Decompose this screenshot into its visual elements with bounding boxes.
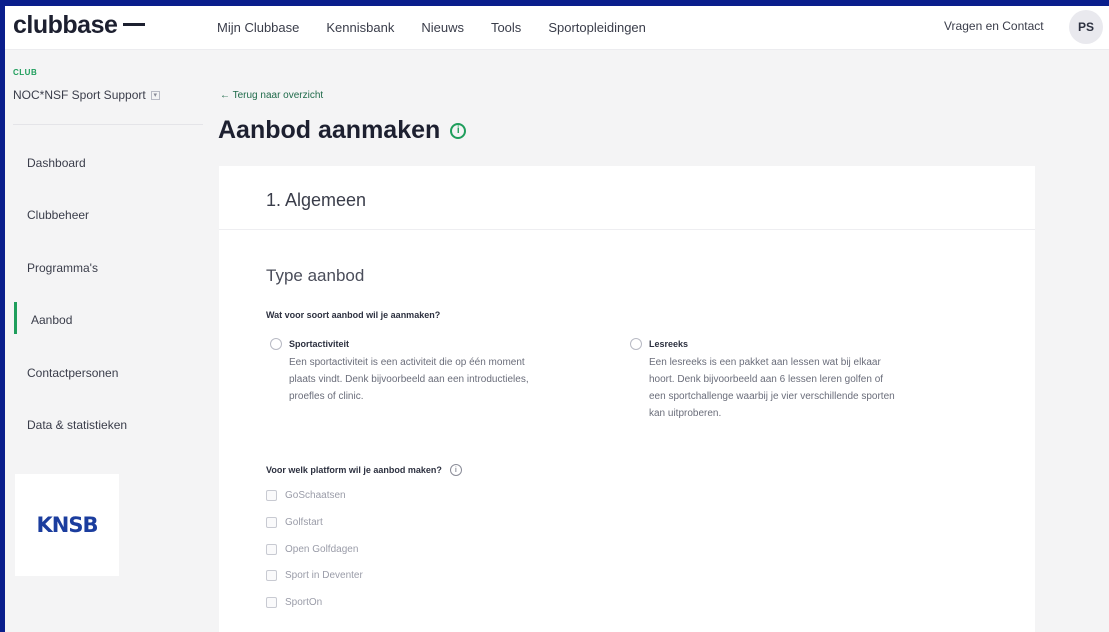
radio-button[interactable]: [270, 338, 282, 350]
radio-button[interactable]: [630, 338, 642, 350]
step-title: 1. Algemeen: [266, 190, 367, 210]
radio-description: Een lesreeks is een pakket aan lessen wa…: [649, 357, 895, 419]
sidebar-item-contactpersonen[interactable]: Contactpersonen: [27, 366, 118, 380]
page-title: Aanbod aanmaken i: [218, 116, 467, 145]
checkbox[interactable]: [266, 517, 277, 528]
nav-nieuws[interactable]: Nieuws: [421, 20, 464, 35]
top-navigation-bar: clubbase Mijn Clubbase Kennisbank Nieuws…: [5, 6, 1109, 50]
club-selector[interactable]: NOC*NSF Sport Support ▾: [13, 88, 160, 102]
sidebar-item-dashboard[interactable]: Dashboard: [27, 156, 86, 170]
dropdown-icon: ▾: [150, 90, 160, 100]
club-caption: CLUB: [13, 68, 38, 77]
nav-sportopleidingen[interactable]: Sportopleidingen: [548, 20, 646, 35]
radio-label: Sportactiviteit: [289, 339, 350, 349]
checkbox[interactable]: [266, 544, 277, 555]
radio-lesreeks[interactable]: Lesreeks Een lesreeks is een pakket aan …: [630, 338, 990, 434]
sidebar-item-aanbod[interactable]: Aanbod: [31, 313, 72, 327]
nav-kennisbank[interactable]: Kennisbank: [326, 20, 394, 35]
checkbox-sport-in-deventer[interactable]: Sport in Deventer: [266, 570, 363, 581]
question-type: Wat voor soort aanbod wil je aanmaken?: [266, 310, 441, 320]
club-name: NOC*NSF Sport Support: [13, 88, 146, 102]
form-card: 1. Algemeen Type aanbod Wat voor soort a…: [219, 166, 1035, 632]
nav-mijn-clubbase[interactable]: Mijn Clubbase: [217, 20, 299, 35]
checkbox[interactable]: [266, 490, 277, 501]
nav-tools[interactable]: Tools: [491, 20, 521, 35]
sidebar-item-programmas[interactable]: Programma's: [27, 261, 98, 275]
app-frame: clubbase Mijn Clubbase Kennisbank Nieuws…: [5, 6, 1109, 632]
checkbox[interactable]: [266, 597, 277, 608]
nav-contact[interactable]: Vragen en Contact: [944, 19, 1044, 33]
checkbox-sporton[interactable]: SportOn: [266, 597, 322, 608]
info-icon[interactable]: i: [449, 464, 462, 476]
question-platform: Voor welk platform wil je aanbod maken? …: [266, 464, 462, 476]
radio-description: Een sportactiviteit is een activiteit di…: [289, 357, 529, 402]
radio-sportactiviteit[interactable]: Sportactiviteit Een sportactiviteit is e…: [270, 338, 630, 418]
card-header: 1. Algemeen: [219, 166, 1035, 230]
knsb-logo: KNSB: [36, 513, 99, 537]
clubbase-logo[interactable]: clubbase: [13, 11, 146, 40]
sidebar: CLUB NOC*NSF Sport Support ▾ Dashboard C…: [5, 50, 205, 632]
back-to-overview-link[interactable]: ← Terug naar overzicht: [220, 90, 323, 101]
sidebar-divider: [13, 124, 203, 125]
section-title: Type aanbod: [266, 266, 365, 285]
checkbox[interactable]: [266, 570, 277, 581]
checkbox-golfstart[interactable]: Golfstart: [266, 517, 323, 528]
checkbox-goschaatsen[interactable]: GoSchaatsen: [266, 490, 346, 501]
user-avatar[interactable]: PS: [1069, 10, 1103, 44]
organisation-logo-card: KNSB: [15, 474, 119, 576]
sidebar-item-data-statistieken[interactable]: Data & statistieken: [27, 418, 127, 432]
active-indicator: [14, 302, 17, 334]
main-nav: Mijn Clubbase Kennisbank Nieuws Tools Sp…: [217, 20, 673, 35]
sidebar-item-clubbeheer[interactable]: Clubbeheer: [27, 208, 89, 222]
info-icon[interactable]: i: [450, 122, 467, 139]
radio-label: Lesreeks: [649, 339, 689, 349]
checkbox-open-golfdagen[interactable]: Open Golfdagen: [266, 544, 358, 555]
